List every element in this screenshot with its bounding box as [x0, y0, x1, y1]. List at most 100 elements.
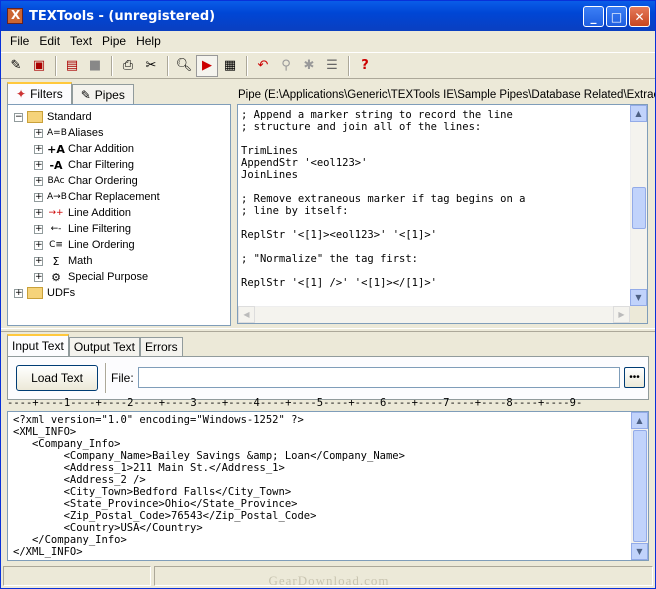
scroll-thumb[interactable] — [633, 430, 647, 542]
tree-item-char-filtering[interactable]: + -A Char Filtering — [8, 157, 230, 173]
tree-item-label: Special Purpose — [68, 271, 149, 283]
menu-help[interactable]: Help — [131, 34, 166, 48]
disk-icon[interactable]: ■ — [84, 55, 106, 77]
tree-item-line-filtering[interactable]: + ←- Line Filtering — [8, 221, 230, 237]
expand-icon[interactable]: + — [34, 176, 43, 186]
tree-item-char-replacement[interactable]: + A→B Char Replacement — [8, 189, 230, 205]
list-icon[interactable]: ☰ — [321, 55, 343, 77]
save-icon[interactable]: ▤ — [61, 55, 83, 77]
line-addition-icon: →+ — [48, 208, 64, 218]
char-ordering-icon: BAc — [47, 176, 65, 186]
tab-output-text[interactable]: Output Text — [68, 337, 140, 356]
scroll-left-icon[interactable]: ◀ — [238, 306, 255, 323]
tree-node-label: UDFs — [47, 287, 76, 299]
title-bar[interactable]: TEXTools - (unregistered) _ □ ✕ — [1, 1, 655, 31]
expand-icon[interactable]: + — [34, 240, 43, 250]
browse-button[interactable]: ••• — [624, 367, 645, 388]
expand-icon[interactable]: + — [34, 224, 43, 234]
window-title: TEXTools - (unregistered) — [29, 8, 216, 24]
toolbar: ✎ ▣ ▤ ■ ⎙ ✂ 🔍︎ ▶ ▦ ↶ ⚲ ✱ ☰ ? — [1, 52, 655, 79]
scroll-up-icon[interactable]: ▲ — [630, 105, 647, 122]
line-ordering-icon: C≡ — [49, 240, 63, 250]
tree-item-label: Char Replacement — [68, 191, 160, 203]
splitter[interactable] — [1, 328, 655, 332]
tree-node-udfs[interactable]: + UDFs — [8, 285, 230, 301]
tab-pipes[interactable]: ✎ Pipes — [71, 84, 134, 104]
new-pipe-icon[interactable]: ✎ — [5, 55, 27, 77]
char-replacement-icon: A→B — [47, 192, 67, 202]
pipe-editor[interactable]: ; Append a marker string to record the l… — [237, 104, 648, 324]
load-text-button[interactable]: Load Text — [16, 365, 98, 391]
pipe-code[interactable]: ; Append a marker string to record the l… — [241, 109, 629, 305]
tree-item-label: Line Addition — [68, 207, 131, 219]
menu-pipe[interactable]: Pipe — [97, 34, 131, 48]
menu-text[interactable]: Text — [65, 34, 97, 48]
tree-item-line-addition[interactable]: + →+ Line Addition — [8, 205, 230, 221]
input-panel: Load Text File: ••• — [7, 356, 649, 400]
pipe-vertical-scrollbar[interactable]: ▲ ▼ — [630, 105, 647, 306]
folder-icon — [27, 111, 43, 123]
scroll-down-icon[interactable]: ▼ — [630, 289, 647, 306]
tools-icon[interactable]: ✂ — [140, 55, 162, 77]
tree-item-char-ordering[interactable]: + BAc Char Ordering — [8, 173, 230, 189]
file-input[interactable] — [138, 367, 620, 388]
folder-icon — [27, 287, 43, 299]
column-ruler: ----+----1----+----2----+----3----+----4… — [7, 397, 583, 409]
close-button[interactable]: ✕ — [629, 6, 650, 27]
expand-icon[interactable]: + — [34, 160, 43, 170]
pipe-path-label: Pipe (E:\Applications\Generic\TEXTools I… — [238, 89, 655, 101]
watermark-text: GearDownload.com — [268, 573, 390, 588]
tree-item-special-purpose[interactable]: + ⚙ Special Purpose — [8, 269, 230, 285]
wrench-icon: ⚙ — [51, 270, 61, 284]
tab-input-text[interactable]: Input Text — [7, 334, 69, 356]
tree-item-math[interactable]: + Σ Math — [8, 253, 230, 269]
search-icon[interactable]: 🔍︎ — [173, 55, 195, 77]
input-text[interactable]: <?xml version="1.0" encoding="Windows-12… — [13, 414, 630, 558]
expand-icon[interactable]: + — [34, 272, 43, 282]
minimize-button[interactable]: _ — [583, 6, 604, 27]
tab-errors[interactable]: Errors — [139, 337, 183, 356]
tree-item-aliases[interactable]: + A=B Aliases — [8, 125, 230, 141]
tree-node-standard[interactable]: − Standard — [8, 109, 230, 125]
maximize-button[interactable]: □ — [606, 6, 627, 27]
run-icon[interactable]: ▶ — [196, 54, 218, 77]
open-pipe-icon[interactable]: ▣ — [28, 55, 50, 77]
input-text-area[interactable]: <?xml version="1.0" encoding="Windows-12… — [7, 411, 649, 561]
step-icon[interactable]: ⚲ — [275, 55, 297, 77]
collapse-icon[interactable]: − — [14, 112, 23, 122]
tab-filters[interactable]: ✦ Filters — [7, 82, 72, 104]
tree-item-label: Line Filtering — [68, 223, 131, 235]
file-label: File: — [111, 371, 134, 385]
tree-item-label: Char Addition — [68, 143, 135, 155]
pipe-horizontal-scrollbar[interactable]: ◀ ▶ — [238, 306, 630, 323]
expand-icon[interactable]: + — [34, 192, 43, 202]
expand-icon[interactable]: + — [34, 208, 43, 218]
menu-file[interactable]: File — [5, 34, 34, 48]
menu-edit[interactable]: Edit — [34, 34, 65, 48]
print-icon[interactable]: ⎙ — [117, 55, 139, 77]
scroll-down-icon[interactable]: ▼ — [631, 543, 648, 560]
tree-item-char-addition[interactable]: + +A Char Addition — [8, 141, 230, 157]
scroll-right-icon[interactable]: ▶ — [613, 306, 630, 323]
expand-icon[interactable]: + — [34, 144, 43, 154]
scroll-thumb[interactable] — [632, 187, 646, 229]
tree-node-label: Standard — [47, 111, 92, 123]
main-window: TEXTools - (unregistered) _ □ ✕ File Edi… — [0, 0, 656, 589]
sigma-icon: Σ — [52, 254, 60, 268]
expand-icon[interactable]: + — [34, 128, 43, 138]
tree-item-label: Char Filtering — [68, 159, 135, 171]
tree-item-label: Math — [68, 255, 93, 267]
expand-icon[interactable]: + — [14, 288, 23, 298]
screen-icon[interactable]: ▦ — [219, 55, 241, 77]
expand-icon[interactable]: + — [34, 256, 43, 266]
input-vertical-scrollbar[interactable]: ▲ ▼ — [631, 412, 648, 560]
aliases-icon: A=B — [47, 128, 67, 138]
filter-tree[interactable]: − Standard + A=B Aliases + +A Char Addit… — [7, 104, 231, 326]
tree-item-label: Aliases — [68, 127, 104, 139]
stop-icon[interactable]: ✱ — [298, 55, 320, 77]
undo-icon[interactable]: ↶ — [252, 55, 274, 77]
tree-item-line-ordering[interactable]: + C≡ Line Ordering — [8, 237, 230, 253]
scroll-up-icon[interactable]: ▲ — [631, 412, 648, 429]
help-icon[interactable]: ? — [354, 55, 376, 77]
tree-item-label: Line Ordering — [68, 239, 135, 251]
